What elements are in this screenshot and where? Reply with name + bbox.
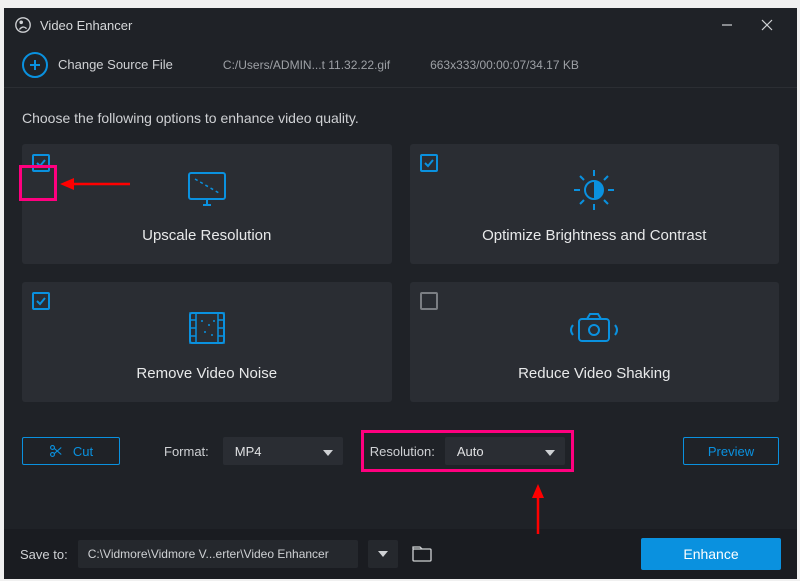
- upscale-label: Upscale Resolution: [142, 227, 271, 244]
- save-to-label: Save to:: [20, 547, 68, 562]
- save-bar: Save to: C:\Vidmore\Vidmore V...erter\Vi…: [4, 529, 797, 579]
- app-icon: [14, 16, 32, 34]
- format-value: MP4: [235, 444, 262, 459]
- reduce-shaking-card[interactable]: Reduce Video Shaking: [410, 282, 780, 402]
- open-folder-button[interactable]: [408, 540, 436, 568]
- sun-contrast-icon: [570, 165, 618, 215]
- resolution-group-highlight: Resolution: Auto: [361, 430, 574, 472]
- source-meta: 663x333/00:00:07/34.17 KB: [430, 58, 579, 72]
- save-path-field[interactable]: C:\Vidmore\Vidmore V...erter\Video Enhan…: [78, 540, 358, 568]
- noise-checkbox[interactable]: [32, 292, 50, 310]
- folder-icon: [412, 546, 432, 562]
- resolution-value: Auto: [457, 444, 484, 459]
- save-path-text: C:\Vidmore\Vidmore V...erter\Video Enhan…: [88, 547, 329, 561]
- resolution-select[interactable]: Auto: [445, 437, 565, 465]
- preview-label: Preview: [708, 444, 754, 459]
- monitor-icon: [183, 165, 231, 215]
- shaking-checkbox[interactable]: [420, 292, 438, 310]
- enhance-label: Enhance: [683, 546, 738, 562]
- cut-label: Cut: [73, 444, 93, 459]
- brightness-contrast-card[interactable]: Optimize Brightness and Contrast: [410, 144, 780, 264]
- preview-button[interactable]: Preview: [683, 437, 779, 465]
- add-source-button[interactable]: [22, 52, 48, 78]
- window-title: Video Enhancer: [40, 18, 132, 33]
- format-label: Format:: [164, 444, 209, 459]
- format-select[interactable]: MP4: [223, 437, 343, 465]
- film-noise-icon: [182, 303, 232, 353]
- change-source-link[interactable]: Change Source File: [58, 57, 173, 72]
- brightness-label: Optimize Brightness and Contrast: [482, 227, 706, 244]
- save-path-dropdown[interactable]: [368, 540, 398, 568]
- close-button[interactable]: [747, 8, 787, 42]
- brightness-checkbox[interactable]: [420, 154, 438, 172]
- minimize-button[interactable]: [707, 8, 747, 42]
- title-bar: Video Enhancer: [4, 8, 797, 42]
- instruction-text: Choose the following options to enhance …: [4, 88, 797, 144]
- upscale-checkbox[interactable]: [32, 154, 50, 172]
- enhance-button[interactable]: Enhance: [641, 538, 781, 570]
- chevron-down-icon: [545, 444, 555, 459]
- noise-label: Remove Video Noise: [136, 365, 277, 382]
- cut-button[interactable]: Cut: [22, 437, 120, 465]
- bottom-controls: Cut Format: MP4 Resolution: Auto Preview: [4, 402, 797, 472]
- source-path: C:/Users/ADMIN...t 11.32.22.gif: [223, 58, 390, 72]
- chevron-down-icon: [378, 551, 388, 557]
- remove-noise-card[interactable]: Remove Video Noise: [22, 282, 392, 402]
- camera-shake-icon: [567, 303, 621, 353]
- enhance-options-grid: Upscale Resolution Optimize Brig: [4, 144, 797, 402]
- scissors-icon: [49, 444, 63, 458]
- resolution-label: Resolution:: [370, 444, 435, 459]
- source-toolbar: Change Source File C:/Users/ADMIN...t 11…: [4, 42, 797, 88]
- upscale-resolution-card[interactable]: Upscale Resolution: [22, 144, 392, 264]
- chevron-down-icon: [323, 444, 333, 459]
- video-enhancer-window: Video Enhancer Change Source File C:/Use…: [4, 8, 797, 579]
- shaking-label: Reduce Video Shaking: [518, 365, 670, 382]
